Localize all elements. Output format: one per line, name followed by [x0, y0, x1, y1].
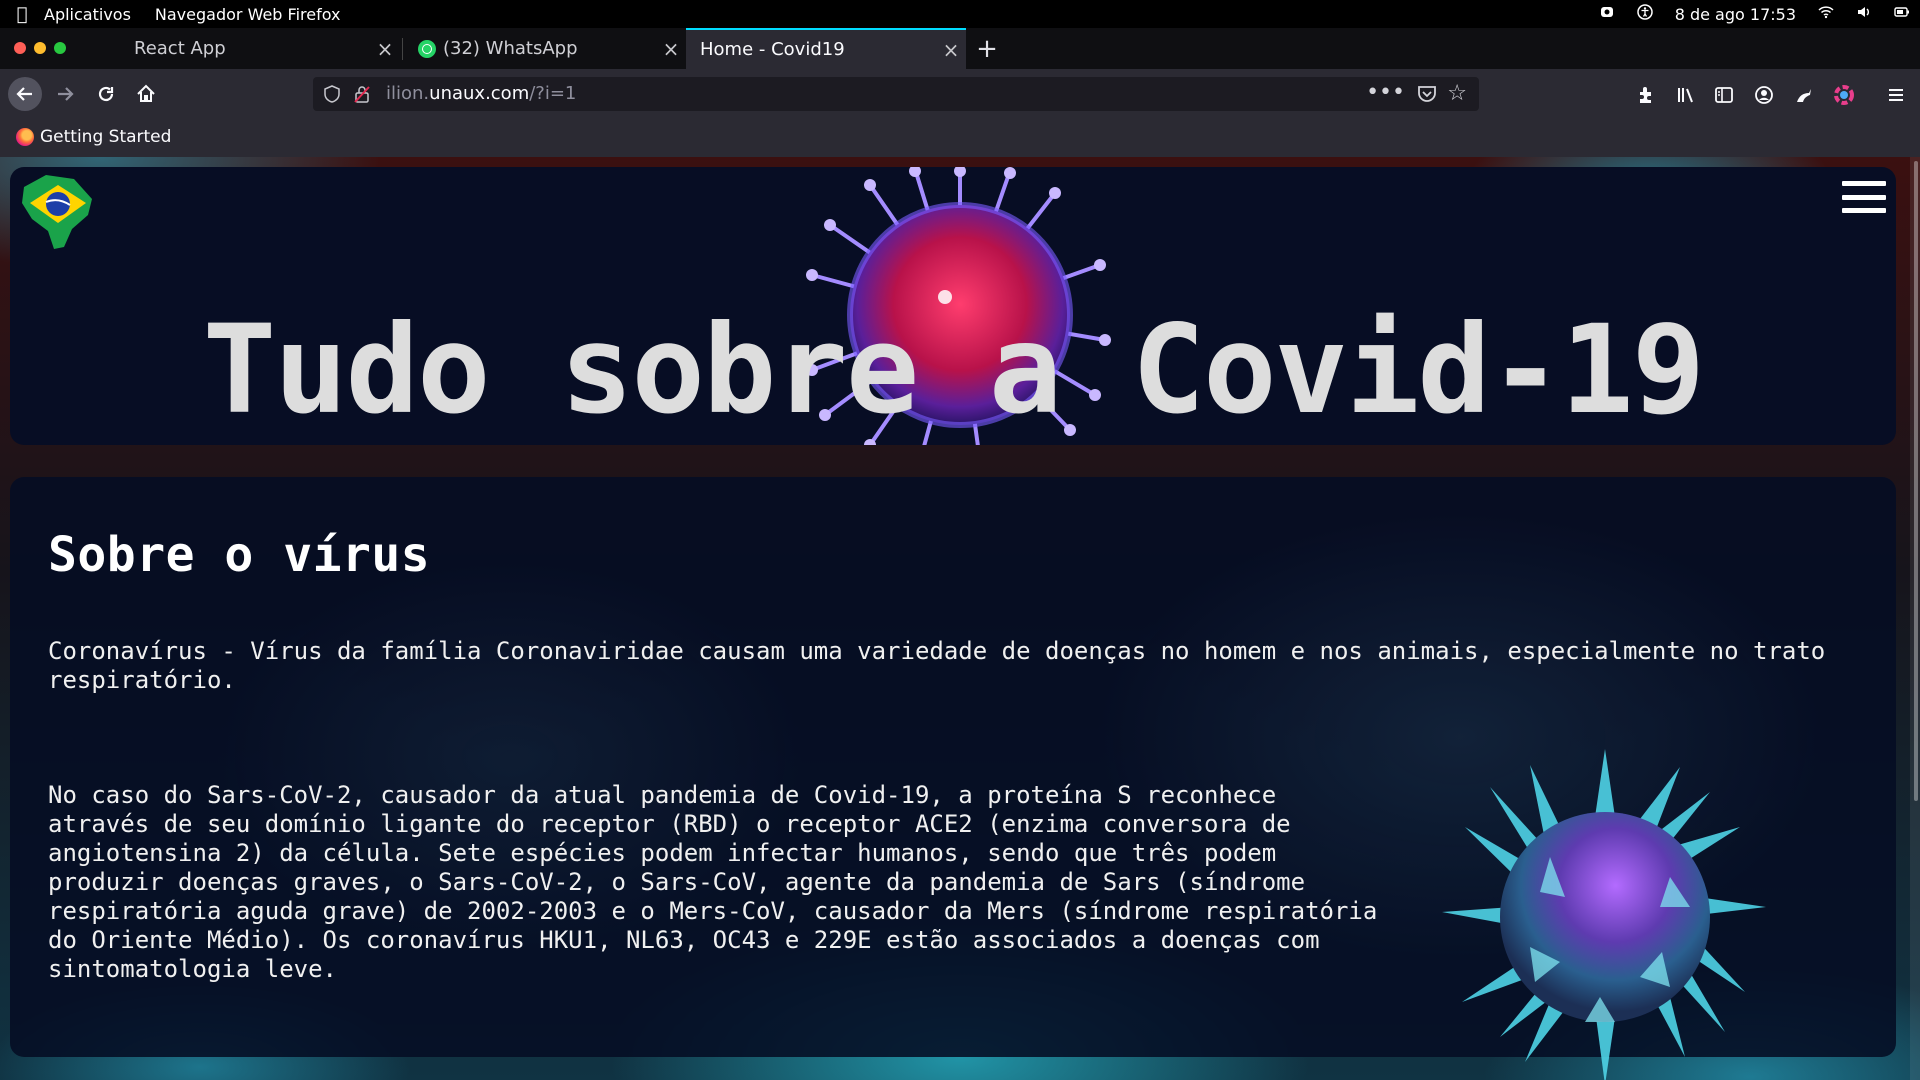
forward-arrow-icon [58, 87, 74, 101]
wifi-icon[interactable] [1818, 4, 1834, 24]
whatsapp-icon [418, 39, 436, 58]
extension-cat-icon[interactable] [1794, 85, 1814, 105]
tab-label: (32) WhatsApp [443, 38, 578, 59]
spiky-virus-image [1440, 747, 1770, 1080]
tab-home-covid19[interactable]: Home - Covid19 × [686, 28, 966, 69]
maximize-window-icon[interactable] [54, 42, 66, 54]
library-icon[interactable] [1676, 85, 1696, 105]
volume-icon[interactable] [1856, 4, 1872, 24]
url-text[interactable]: ilion.unaux.com/?i=1 [386, 83, 576, 104]
home-icon [137, 84, 155, 102]
bookmark-star-icon[interactable]: ☆ [1447, 81, 1467, 106]
account-icon[interactable] [1754, 85, 1774, 105]
bookmark-getting-started[interactable]: Getting Started [16, 127, 171, 147]
scrollbar-thumb[interactable] [1914, 161, 1918, 801]
tab-separator [402, 38, 403, 60]
tracking-protection-icon[interactable] [323, 85, 341, 107]
hamburger-menu-button[interactable] [1842, 177, 1886, 217]
tab-whatsapp[interactable]: (32) WhatsApp × [404, 28, 686, 69]
home-button[interactable] [129, 77, 163, 111]
close-icon[interactable]: × [936, 38, 966, 62]
battery-icon[interactable] [1894, 4, 1910, 24]
insecure-lock-icon[interactable] [353, 85, 371, 107]
forward-button[interactable] [48, 77, 82, 111]
bookmark-label: Getting Started [40, 127, 172, 147]
firefox-icon [16, 128, 34, 146]
os-top-bar:  Aplicativos Navegador Web Firefox 8 de… [0, 0, 1920, 28]
tab-strip: React App × (32) WhatsApp × Home - Covid… [0, 28, 1920, 69]
address-bar[interactable]: ilion.unaux.com/?i=1 ••• ☆ [313, 77, 1479, 111]
page-scrollbar[interactable] [1910, 157, 1920, 1080]
pocket-icon[interactable] [1417, 85, 1437, 107]
color-picker-extension-icon[interactable] [1834, 85, 1854, 105]
tab-label: React App [134, 38, 226, 59]
menu-bar-line [1842, 181, 1886, 186]
tab-react-app[interactable]: React App × [120, 28, 400, 69]
menu-bar-line [1842, 208, 1886, 213]
tab-label: Home - Covid19 [700, 39, 845, 60]
hamburger-menu-icon[interactable] [1886, 85, 1906, 105]
clock[interactable]: 8 de ago 17:53 [1675, 5, 1796, 24]
web-page-viewport: Tudo sobre a Covid-19 Sobre o vírus Coro… [0, 157, 1920, 1080]
brazil-flag-logo[interactable] [16, 169, 96, 255]
navigation-toolbar: ilion.unaux.com/?i=1 ••• ☆ [0, 69, 1920, 119]
back-arrow-icon [16, 87, 32, 101]
sidebar-icon[interactable] [1714, 85, 1734, 105]
close-icon[interactable]: × [656, 37, 686, 61]
url-prefix: ilion. [386, 83, 430, 104]
url-suffix: /?i=1 [529, 83, 577, 104]
active-app-menu[interactable]: Navegador Web Firefox [155, 5, 341, 24]
applications-menu[interactable]: Aplicativos [44, 5, 131, 24]
section-heading: Sobre o vírus [48, 527, 431, 583]
screen-record-icon[interactable] [1599, 4, 1615, 24]
reload-button[interactable] [89, 77, 123, 111]
apple-icon[interactable]:  [0, 4, 44, 25]
extensions-icon[interactable] [1636, 85, 1656, 105]
back-button[interactable] [8, 77, 42, 111]
new-tab-button[interactable]: + [972, 28, 1002, 69]
reload-icon [98, 86, 114, 102]
minimize-window-icon[interactable] [34, 42, 46, 54]
accessibility-icon[interactable] [1636, 4, 1653, 24]
window-controls [14, 42, 66, 54]
hero-banner: Tudo sobre a Covid-19 [10, 167, 1896, 445]
section-paragraph-2: No caso do Sars-CoV-2, causador da atual… [48, 781, 1378, 983]
page-actions-icon[interactable]: ••• [1366, 80, 1405, 105]
hero-title: Tudo sobre a Covid-19 [202, 299, 1705, 441]
url-domain: unaux.com [429, 83, 530, 104]
bookmarks-toolbar: Getting Started [0, 119, 1920, 158]
close-window-icon[interactable] [14, 42, 26, 54]
menu-bar-line [1842, 194, 1886, 200]
close-icon[interactable]: × [370, 37, 400, 61]
section-paragraph-1: Coronavírus - Vírus da família Coronavir… [48, 637, 1826, 694]
